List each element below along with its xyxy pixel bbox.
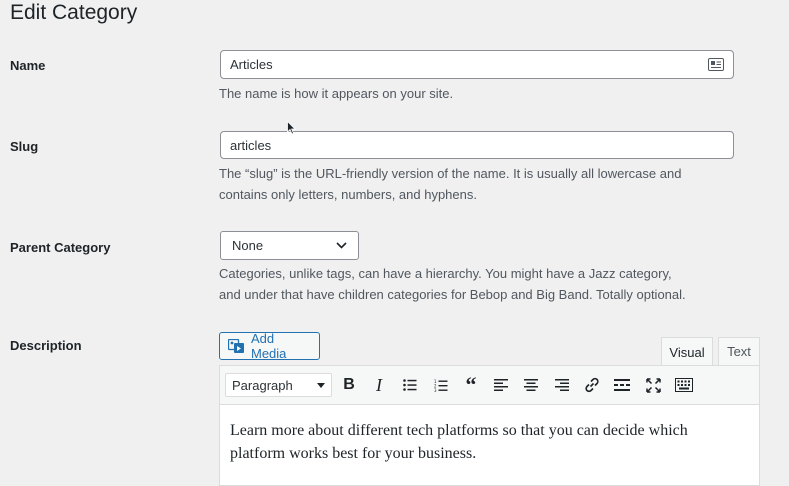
name-help: The name is how it appears on your site. — [219, 86, 454, 101]
slug-input-value: articles — [230, 137, 272, 153]
tab-visual[interactable]: Visual — [661, 337, 713, 366]
align-center-icon[interactable] — [517, 366, 545, 404]
slug-help-line-2: contains only letters, numbers, and hyph… — [219, 187, 477, 202]
page-title: Edit Category — [10, 1, 138, 24]
parent-category-selected: None — [232, 238, 264, 253]
parent-help-line-1: Categories, unlike tags, can have a hier… — [219, 266, 672, 281]
slug-label: Slug — [10, 139, 39, 154]
mouse-cursor-icon — [287, 121, 296, 135]
paragraph-format-select[interactable]: Paragraph — [225, 373, 332, 397]
slug-input[interactable]: articles — [220, 131, 734, 159]
editor-content-line-2: platform works best for your business. — [230, 445, 477, 462]
toolbar-toggle-icon[interactable] — [670, 366, 698, 404]
name-input[interactable]: Articles — [220, 50, 734, 79]
link-icon[interactable] — [578, 366, 606, 404]
media-icon — [228, 338, 245, 354]
tab-text[interactable]: Text — [718, 337, 760, 365]
description-label: Description — [10, 338, 82, 353]
bold-icon[interactable]: B — [335, 366, 363, 404]
read-more-icon[interactable] — [608, 366, 636, 404]
editor-toolbar: Paragraph B I 123 “ — [219, 365, 760, 405]
fullscreen-icon[interactable] — [639, 366, 667, 404]
align-right-icon[interactable] — [548, 366, 576, 404]
description-editor[interactable]: Learn more about different tech platform… — [219, 405, 760, 486]
svg-text:3: 3 — [434, 388, 437, 392]
chevron-down-icon — [336, 242, 347, 249]
caret-down-icon — [317, 382, 325, 388]
italic-icon[interactable]: I — [365, 366, 393, 404]
parent-category-label: Parent Category — [10, 240, 111, 255]
add-media-label: Add Media — [251, 331, 287, 361]
contact-card-icon[interactable] — [708, 58, 724, 71]
name-label: Name — [10, 58, 46, 73]
align-left-icon[interactable] — [487, 366, 515, 404]
editor-content-line-1: Learn more about different tech platform… — [230, 422, 688, 439]
blockquote-icon[interactable]: “ — [457, 366, 485, 404]
paragraph-format-selected: Paragraph — [232, 377, 293, 393]
parent-category-select[interactable]: None — [220, 231, 359, 260]
slug-help-line-1: The “slug” is the URL-friendly version o… — [219, 166, 682, 181]
numbered-list-icon[interactable]: 123 — [427, 366, 455, 404]
parent-help-line-2: and under that have children categories … — [219, 287, 686, 302]
add-media-button[interactable]: Add Media — [219, 331, 320, 361]
bulleted-list-icon[interactable] — [396, 366, 424, 404]
name-input-value: Articles — [230, 57, 273, 72]
